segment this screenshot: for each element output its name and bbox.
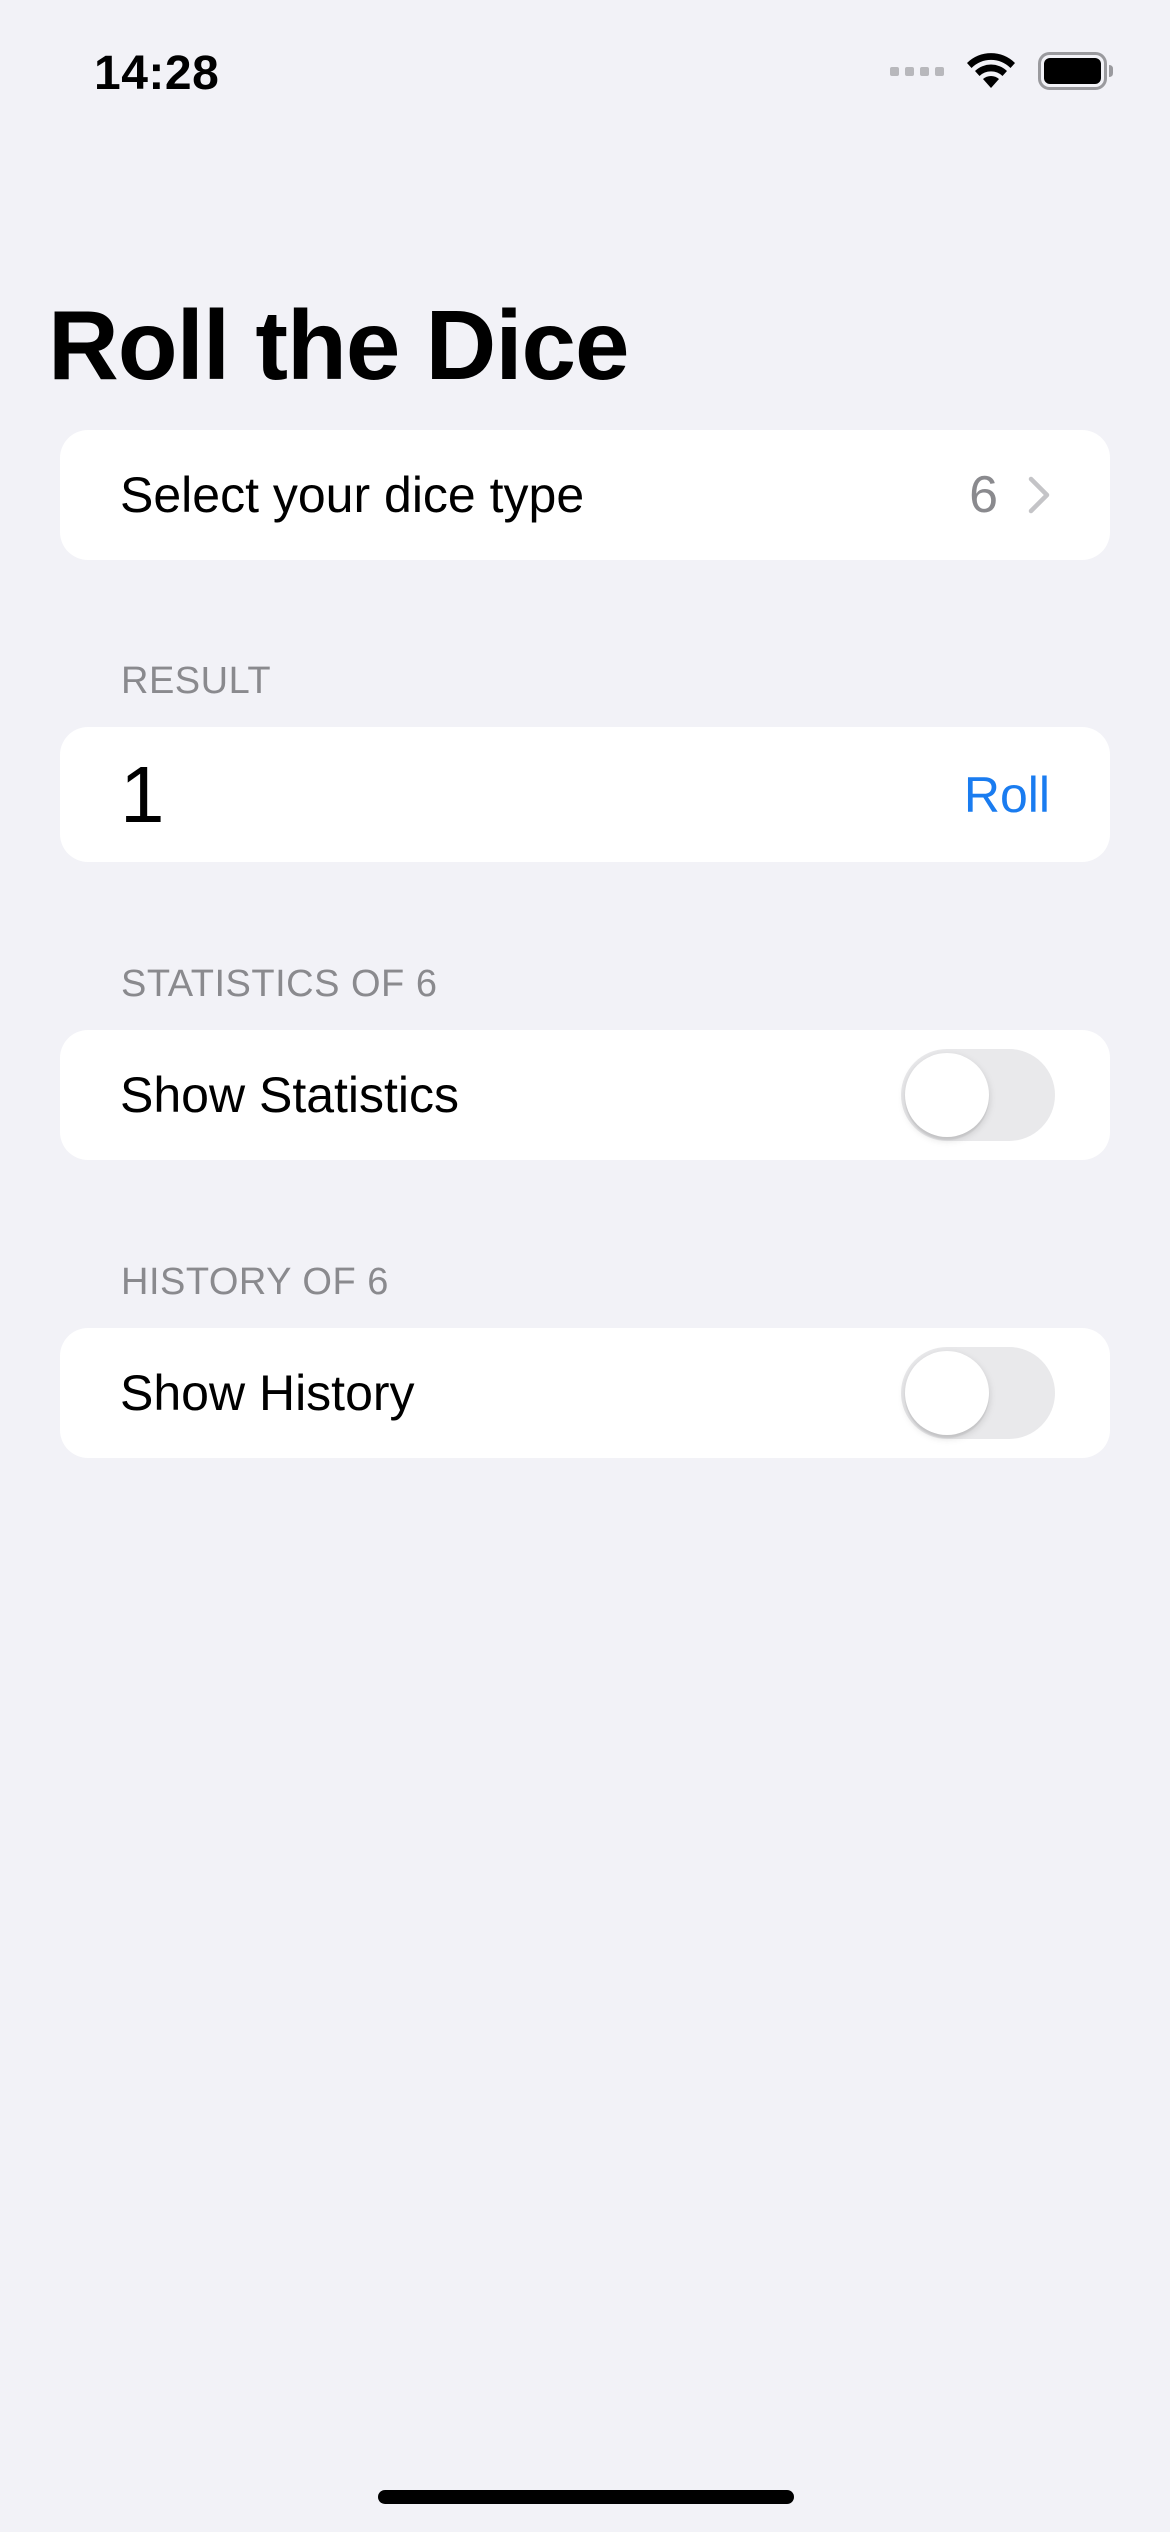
status-bar: 14:28: [0, 0, 1170, 150]
show-history-toggle[interactable]: [901, 1347, 1055, 1439]
show-statistics-toggle[interactable]: [901, 1049, 1055, 1141]
dice-type-row[interactable]: Select your dice type 6: [60, 430, 1110, 560]
chevron-right-icon: [1028, 476, 1050, 514]
wifi-icon: [966, 52, 1016, 90]
battery-icon: [1038, 52, 1114, 90]
history-card: Show History: [60, 1328, 1110, 1458]
dice-type-value-group: 6: [969, 465, 1050, 525]
dice-type-label: Select your dice type: [120, 467, 585, 523]
history-section-header: HISTORY OF 6: [121, 1261, 389, 1303]
show-history-label: Show History: [120, 1365, 415, 1421]
toggle-knob: [905, 1053, 989, 1137]
result-row: 1 Roll: [60, 727, 1110, 862]
result-card: 1 Roll: [60, 727, 1110, 862]
history-row: Show History: [60, 1328, 1110, 1458]
page-title: Roll the Dice: [48, 290, 630, 400]
statistics-row: Show Statistics: [60, 1030, 1110, 1160]
result-value: 1: [120, 749, 165, 839]
dice-type-value: 6: [969, 466, 998, 524]
show-statistics-label: Show Statistics: [120, 1067, 460, 1123]
home-indicator[interactable]: [378, 2490, 794, 2504]
status-icons: [890, 52, 1114, 90]
result-section-header: RESULT: [121, 660, 272, 702]
statistics-card: Show Statistics: [60, 1030, 1110, 1160]
toggle-knob: [905, 1351, 989, 1435]
roll-button[interactable]: Roll: [964, 766, 1050, 824]
statistics-section-header: STATISTICS OF 6: [121, 963, 438, 1005]
status-time: 14:28: [94, 47, 220, 100]
dice-type-card[interactable]: Select your dice type 6: [60, 430, 1110, 560]
cellular-signal-icon: [890, 66, 944, 76]
